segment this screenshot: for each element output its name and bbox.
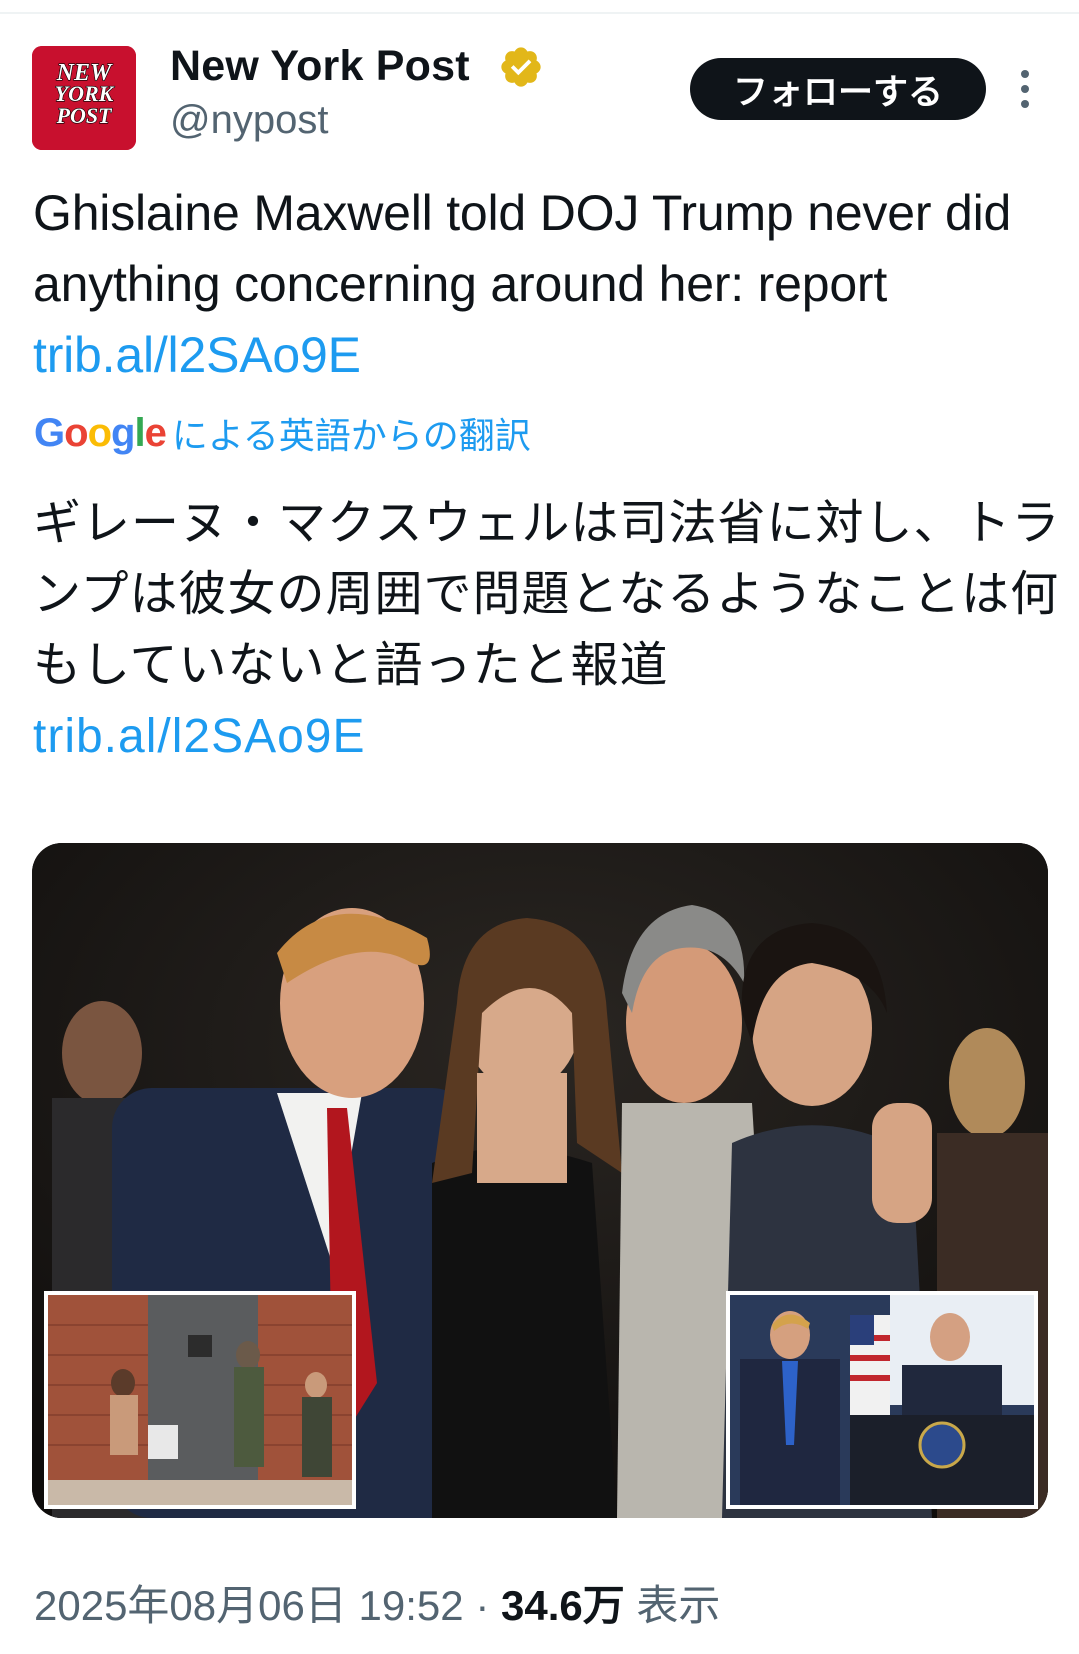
google-letter: l	[134, 410, 145, 455]
inset-left-scene	[48, 1295, 352, 1505]
google-letter: e	[144, 410, 167, 455]
tweet-date[interactable]: 2025年08月06日	[34, 1582, 347, 1629]
nypost-logo: NEW YORK POST	[32, 46, 136, 150]
views-count: 34.6万	[501, 1582, 625, 1629]
tweet-photo[interactable]	[32, 843, 1048, 1518]
tweet-link[interactable]: trib.al/l2SAo9E	[33, 327, 361, 383]
handle[interactable]: @nypost	[170, 98, 328, 143]
inset-photo-right[interactable]	[726, 1291, 1038, 1509]
meta-separator: ·	[475, 1582, 490, 1629]
tweet-meta: 2025年08月06日 19:52 · 34.6万 表示	[34, 1572, 720, 1633]
google-letter: o	[64, 410, 88, 455]
avatar[interactable]: NEW YORK POST	[32, 46, 136, 150]
top-divider	[0, 12, 1079, 14]
more-vertical-icon[interactable]	[1014, 68, 1036, 110]
display-name[interactable]: New York Post	[170, 42, 470, 91]
views-label: 表示	[636, 1582, 721, 1629]
translation-attribution[interactable]: Google による英語からの翻訳	[34, 408, 531, 458]
inset-right-scene	[730, 1295, 1034, 1505]
google-letter: g	[111, 410, 135, 455]
translated-link[interactable]: trib.al/l2SAo9E	[33, 710, 366, 763]
translated-body: ギレーヌ・マクスウェルは司法省に対し、トランプは彼女の周囲で問題となるようなこと…	[33, 497, 1061, 692]
translated-text: ギレーヌ・マクスウェルは司法省に対し、トランプは彼女の周囲で問題となるようなこと…	[33, 488, 1063, 772]
google-letter: G	[34, 410, 65, 455]
svg-text:POST: POST	[56, 103, 114, 128]
inset-photo-left[interactable]	[44, 1291, 356, 1509]
translation-label[interactable]: による英語からの翻訳	[172, 407, 531, 459]
follow-button[interactable]: フォローする	[690, 58, 986, 120]
google-logo: Google	[34, 410, 167, 456]
tweet-time[interactable]: 19:52	[359, 1582, 464, 1629]
google-letter: o	[87, 410, 112, 455]
tweet-body: Ghislaine Maxwell told DOJ Trump never d…	[33, 185, 1012, 312]
verified-badge-icon	[501, 47, 541, 87]
tweet-text: Ghislaine Maxwell told DOJ Trump never d…	[33, 178, 1053, 391]
